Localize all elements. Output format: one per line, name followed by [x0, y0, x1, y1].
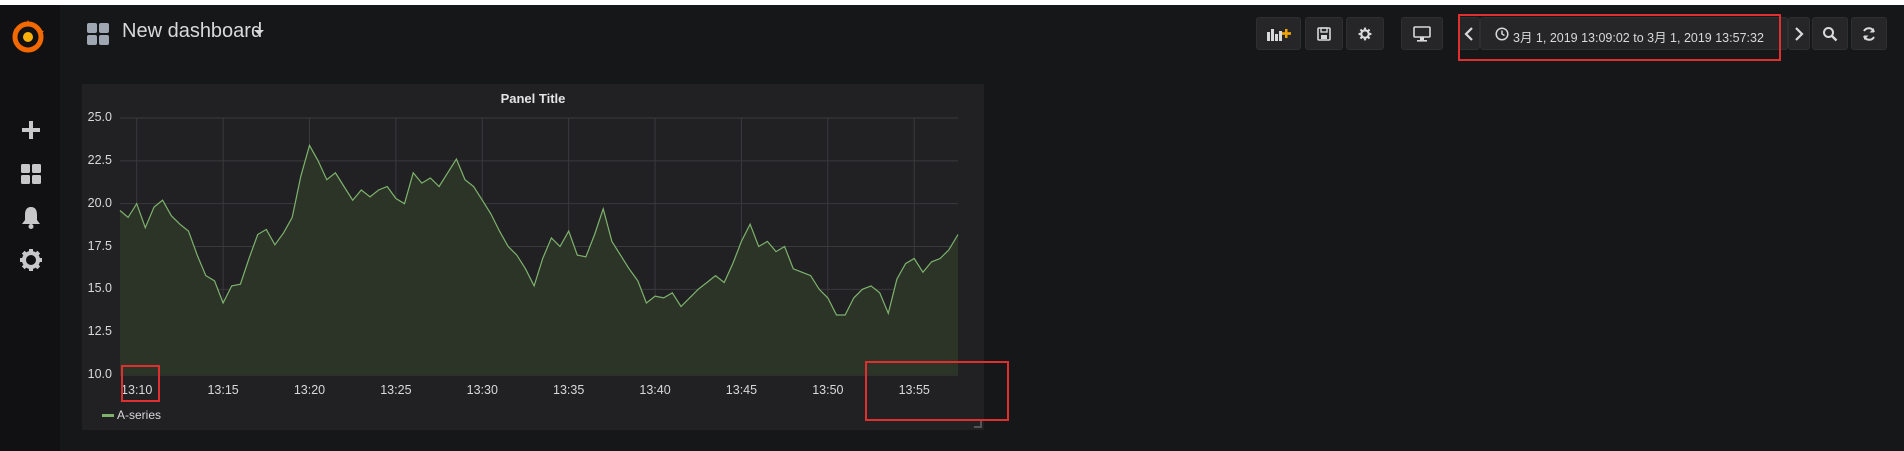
x-tick-label: 13:20: [293, 383, 326, 397]
time-shift-forward-button[interactable]: [1788, 17, 1810, 50]
x-tick-label: 13:40: [639, 383, 671, 397]
y-tick-label: 22.5: [87, 152, 112, 167]
caret-down-icon[interactable]: [254, 30, 264, 35]
grafana-logo-icon[interactable]: [8, 17, 48, 57]
refresh-icon: [1863, 26, 1875, 41]
x-tick-label: 13:45: [725, 383, 758, 397]
add-panel-icon: [1266, 28, 1291, 41]
gear-icon: [1358, 27, 1372, 40]
zoom-out-button[interactable]: [1812, 17, 1848, 50]
x-tick-label: 13:50: [812, 383, 844, 397]
bell-icon[interactable]: [16, 202, 46, 232]
cycle-view-mode-button[interactable]: [1401, 17, 1443, 50]
clock-icon: [1495, 27, 1509, 41]
panel-resize-handle[interactable]: [974, 420, 982, 428]
save-dashboard-button[interactable]: [1305, 17, 1343, 50]
x-tick-label: 13:35: [553, 383, 585, 397]
y-tick-label: 25.0: [87, 110, 112, 124]
dashboard-title[interactable]: New dashboard: [122, 20, 262, 43]
side-menu: [0, 5, 60, 451]
top-strip: [0, 0, 1904, 5]
graph-panel: Panel Title 10.0 12.5 15.0 17.5 20.0 22.5 25.0…: [82, 84, 984, 430]
plus-icon[interactable]: [16, 115, 46, 145]
x-tick-label: 13:15: [207, 383, 239, 397]
refresh-button[interactable]: [1851, 17, 1887, 50]
graph-chart[interactable]: [82, 84, 984, 404]
add-panel-button[interactable]: [1256, 17, 1301, 50]
monitor-icon: [1413, 25, 1431, 42]
series-area: [120, 145, 958, 375]
chevron-right-icon: [1795, 26, 1804, 41]
dashboard-grid-icon: [86, 22, 110, 46]
time-shift-back-button[interactable]: [1458, 17, 1480, 50]
y-tick-label: 12.5: [87, 324, 112, 339]
legend-item-a-series[interactable]: A-series: [102, 408, 161, 422]
x-tick-label: 13:30: [466, 383, 498, 397]
x-tick-label: 13:55: [898, 383, 930, 397]
chevron-left-icon: [1464, 26, 1473, 41]
x-tick-label: 13:10: [121, 383, 153, 397]
settings-button[interactable]: [1346, 17, 1384, 50]
gear-icon[interactable]: [16, 245, 46, 275]
x-tick-label: 13:25: [380, 383, 412, 397]
series-swatch: [102, 414, 114, 418]
time-range-picker[interactable]: 3月 1, 2019 13:09:02 to 3月 1, 2019 13:57:…: [1480, 17, 1788, 50]
save-icon: [1317, 26, 1331, 41]
legend-label: A-series: [117, 408, 162, 422]
y-tick-label: 17.5: [87, 238, 112, 253]
y-tick-label: 15.0: [87, 281, 112, 296]
y-tick-label: 10.0: [87, 367, 112, 381]
time-range-label: 3月 1, 2019 13:09:02 to 3月 1, 2019 13:57:…: [1513, 31, 1764, 45]
dashboards-grid-icon[interactable]: [16, 159, 46, 189]
zoom-out-icon: [1823, 26, 1838, 41]
y-tick-label: 20.0: [87, 195, 112, 210]
